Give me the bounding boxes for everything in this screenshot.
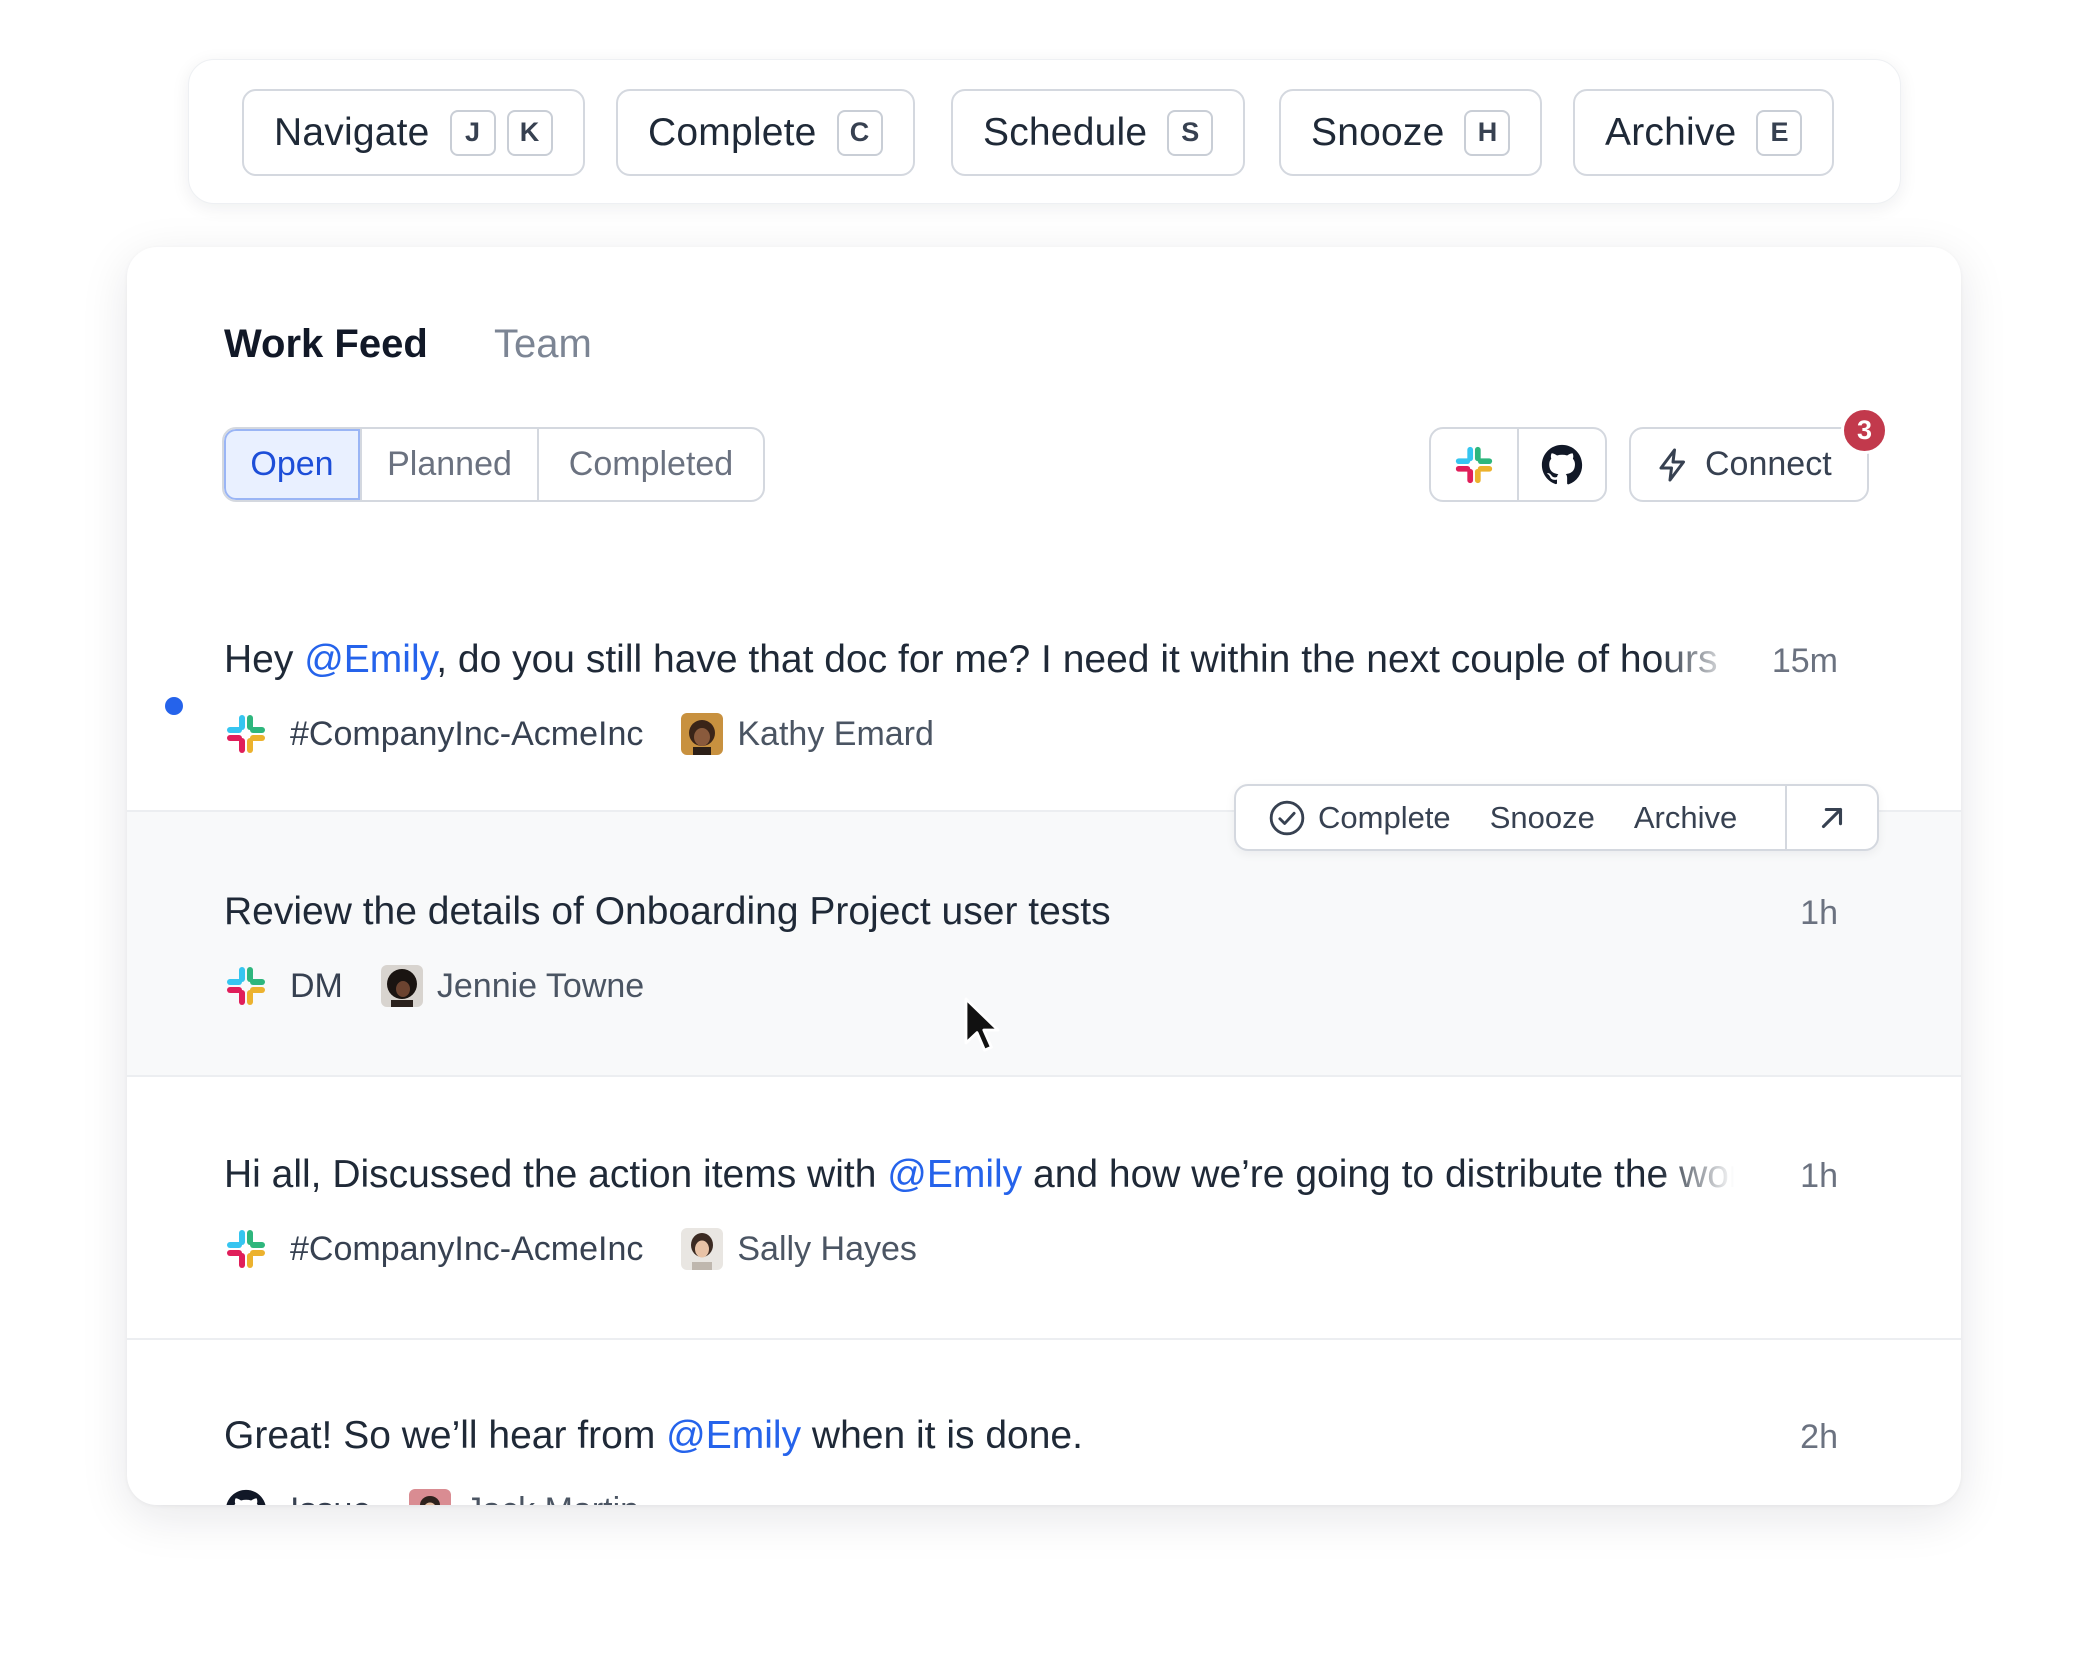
item-timestamp: 1h bbox=[1800, 1157, 1838, 1195]
person-name: Sally Hayes bbox=[737, 1229, 917, 1268]
item-meta: #CompanyInc-AcmeInc Sally Hayes bbox=[224, 1227, 917, 1271]
github-icon bbox=[224, 1488, 268, 1505]
channel-name: #CompanyInc-AcmeInc bbox=[290, 1229, 644, 1268]
slack-icon bbox=[224, 964, 268, 1008]
key-cap: H bbox=[1464, 109, 1511, 156]
item-meta: Issue Jack Martin bbox=[224, 1488, 639, 1505]
integration-filters bbox=[1429, 427, 1607, 502]
key-cap: J bbox=[449, 109, 496, 156]
status-filter: Open Planned Completed bbox=[222, 427, 765, 502]
item-meta: DM Jennie Towne bbox=[224, 964, 644, 1008]
avatar bbox=[380, 965, 423, 1007]
complete-action-label: Complete bbox=[1318, 799, 1451, 835]
slack-icon bbox=[1455, 446, 1493, 483]
feed-item[interactable]: Review the details of Onboarding Project… bbox=[127, 812, 1961, 1075]
github-icon bbox=[1541, 444, 1583, 484]
shortcut-schedule[interactable]: Schedule S bbox=[951, 89, 1246, 176]
work-feed-card: Work Feed Team Open Planned Completed Co… bbox=[127, 247, 1961, 1505]
item-timestamp: 15m bbox=[1771, 642, 1838, 680]
key-cap: S bbox=[1167, 109, 1214, 156]
item-meta: #CompanyInc-AcmeInc Kathy Emard bbox=[224, 712, 934, 756]
shortcut-snooze[interactable]: Snooze H bbox=[1279, 89, 1543, 176]
feed-item[interactable]: Hi all, Discussed the action items with … bbox=[127, 1077, 1961, 1340]
item-action-toolbar: Complete Snooze Archive bbox=[1234, 784, 1879, 851]
bolt-icon bbox=[1659, 448, 1685, 481]
arrow-up-right-icon bbox=[1821, 807, 1843, 828]
channel-name: DM bbox=[290, 966, 343, 1005]
mouse-cursor-icon bbox=[964, 997, 1000, 1052]
filter-completed[interactable]: Completed bbox=[537, 429, 763, 500]
shortcut-label: Archive bbox=[1605, 110, 1737, 154]
shortcut-label: Snooze bbox=[1311, 110, 1445, 154]
tab-team[interactable]: Team bbox=[494, 322, 592, 367]
item-message: Hi all, Discussed the action items with … bbox=[224, 1153, 1734, 1197]
check-circle-icon bbox=[1269, 800, 1305, 835]
archive-action-label: Archive bbox=[1633, 799, 1738, 835]
tab-work-feed[interactable]: Work Feed bbox=[224, 322, 428, 367]
shortcut-archive[interactable]: Archive E bbox=[1573, 89, 1835, 176]
item-timestamp: 1h bbox=[1800, 894, 1838, 932]
avatar bbox=[681, 1228, 724, 1270]
key-cap: E bbox=[1756, 109, 1803, 156]
slack-icon bbox=[224, 712, 268, 756]
message-text: Review the details of Onboarding Project… bbox=[224, 890, 1111, 933]
connect-label: Connect bbox=[1705, 445, 1832, 483]
avatar bbox=[409, 1489, 452, 1505]
item-message: Review the details of Onboarding Project… bbox=[224, 890, 1734, 934]
message-text: Hi all, Discussed the action items with bbox=[224, 1153, 888, 1196]
channel-name: Issue bbox=[290, 1491, 371, 1506]
message-text: , do you still have that doc for me? I n… bbox=[436, 638, 1718, 681]
connect-button[interactable]: Connect bbox=[1629, 427, 1869, 502]
unread-indicator bbox=[165, 697, 183, 715]
item-message: Hey @Emily, do you still have that doc f… bbox=[224, 638, 1734, 682]
mention-link[interactable]: @Emily bbox=[887, 1153, 1022, 1196]
shortcut-label: Complete bbox=[648, 110, 817, 154]
person-name: Jennie Towne bbox=[436, 966, 645, 1005]
filter-planned[interactable]: Planned bbox=[360, 429, 537, 500]
complete-action-button[interactable]: Complete bbox=[1236, 786, 1451, 849]
key-cap: C bbox=[836, 109, 883, 156]
mention-link[interactable]: @Emily bbox=[666, 1414, 801, 1457]
avatar bbox=[681, 713, 724, 755]
message-text: Great! So we’ll hear from bbox=[224, 1414, 667, 1457]
feed-item[interactable]: Great! So we’ll hear from @Emily when it… bbox=[127, 1340, 1961, 1505]
shortcut-bar: Navigate J K Complete C Schedule S Snooz… bbox=[188, 59, 1901, 204]
person-name: Kathy Emard bbox=[737, 714, 934, 753]
snooze-action-button[interactable]: Snooze bbox=[1490, 786, 1595, 849]
snooze-action-label: Snooze bbox=[1489, 799, 1595, 835]
shortcut-navigate[interactable]: Navigate J K bbox=[242, 89, 585, 176]
shortcut-label: Schedule bbox=[983, 110, 1148, 154]
message-text: and how we’re going to distribute the wo… bbox=[1022, 1153, 1734, 1196]
message-text: when it is done. bbox=[801, 1414, 1083, 1457]
shortcut-complete[interactable]: Complete C bbox=[616, 89, 915, 176]
mention-link[interactable]: @Emily bbox=[304, 638, 436, 681]
item-timestamp: 2h bbox=[1800, 1418, 1838, 1456]
item-message: Great! So we’ll hear from @Emily when it… bbox=[224, 1414, 1734, 1458]
shortcut-label: Navigate bbox=[274, 110, 430, 154]
archive-action-button[interactable]: Archive bbox=[1634, 786, 1737, 849]
key-cap: K bbox=[506, 109, 553, 156]
open-item-button[interactable] bbox=[1785, 786, 1877, 849]
slack-filter-button[interactable] bbox=[1431, 429, 1517, 500]
filter-open[interactable]: Open bbox=[224, 429, 360, 500]
notification-badge: 3 bbox=[1841, 407, 1888, 454]
slack-icon bbox=[224, 1227, 268, 1271]
channel-name: #CompanyInc-AcmeInc bbox=[290, 714, 644, 753]
person-name: Jack Martin bbox=[465, 1491, 639, 1506]
message-text: Hey bbox=[224, 638, 305, 681]
github-filter-button[interactable] bbox=[1517, 429, 1605, 500]
